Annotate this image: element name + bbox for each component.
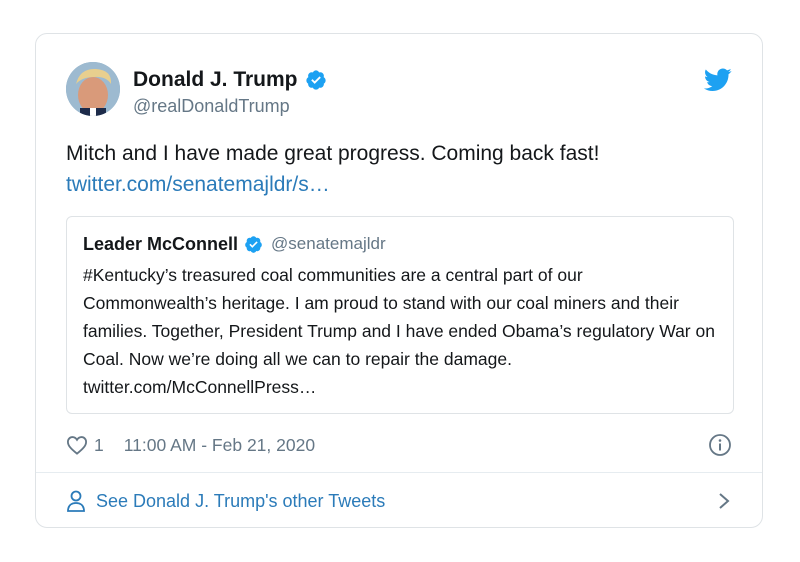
quoted-tweet[interactable]: Leader McConnell @senatemajldr #Kentucky… (66, 216, 734, 414)
tweet-meta: 1 11:00 AM - Feb 21, 2020 (66, 432, 732, 458)
avatar-image (66, 62, 120, 116)
tweet-timestamp[interactable]: 11:00 AM - Feb 21, 2020 (124, 435, 315, 456)
twitter-bird-icon[interactable] (704, 68, 732, 92)
quoted-display-name: Leader McConnell (83, 233, 239, 254)
like-count[interactable]: 1 (94, 435, 104, 456)
quoted-tweet-text: #Kentucky’s treasured coal communities a… (83, 265, 715, 397)
avatar[interactable] (66, 62, 120, 116)
heart-icon[interactable] (66, 435, 88, 455)
quoted-tweet-header: Leader McConnell @senatemajldr (83, 233, 386, 255)
user-icon (67, 490, 85, 512)
tweet-header: Donald J. Trump @realDonaldTrump (66, 62, 732, 118)
verified-badge-icon (305, 70, 326, 90)
author-handle[interactable]: @realDonaldTrump (133, 96, 327, 117)
author-names: Donald J. Trump @realDonaldTrump (133, 66, 327, 117)
info-icon[interactable] (708, 433, 732, 457)
see-other-tweets-link[interactable]: See Donald J. Trump's other Tweets (66, 486, 732, 516)
divider (36, 472, 762, 473)
chevron-right-icon (719, 493, 730, 509)
tweet-card: Donald J. Trump @realDonaldTrump Mitch a… (35, 33, 763, 528)
quoted-handle: @senatemajldr (271, 234, 386, 253)
tweet-link[interactable]: twitter.com/senatemajldr/s… (66, 169, 732, 200)
verified-badge-icon (245, 235, 262, 253)
tweet-text: Mitch and I have made great progress. Co… (66, 142, 600, 165)
see-other-tweets-label: See Donald J. Trump's other Tweets (96, 490, 386, 511)
author-display-name[interactable]: Donald J. Trump (133, 68, 298, 92)
tweet-body: Mitch and I have made great progress. Co… (66, 138, 732, 200)
